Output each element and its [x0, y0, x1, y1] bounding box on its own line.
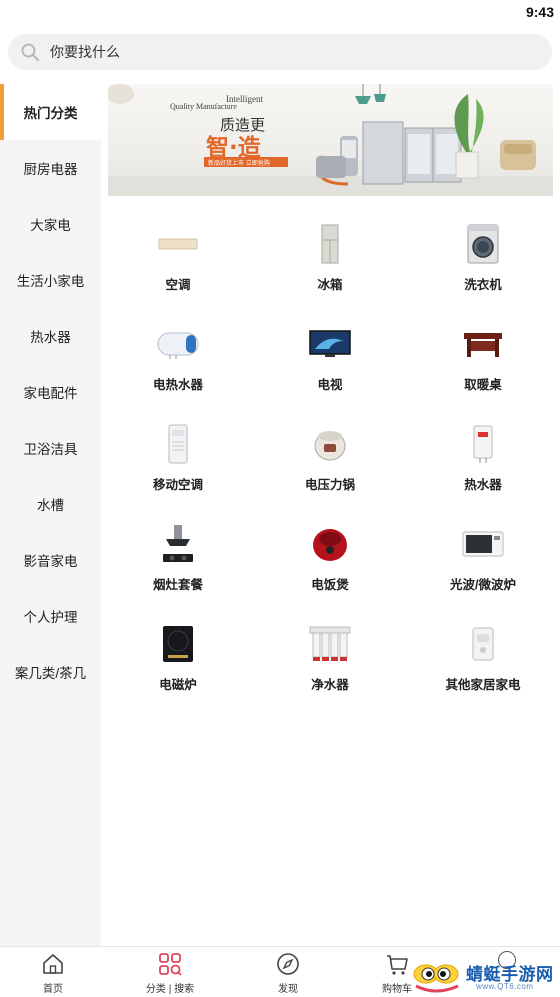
cart-icon: [387, 955, 408, 975]
search-icon: [21, 43, 39, 61]
category-label: 空调: [165, 278, 191, 292]
category-icon: [159, 953, 182, 976]
status-time: 9:43: [525, 4, 554, 20]
banner-headline2: 智·造: [206, 135, 261, 161]
home-icon: [43, 954, 63, 974]
category-label: 净水器: [311, 678, 349, 692]
washing-machine-icon: [467, 224, 499, 264]
category-label: 电视: [317, 378, 343, 392]
category-other-appliance[interactable]: 其他家居家电: [413, 606, 553, 702]
water-purifier-icon: [309, 626, 351, 661]
sidebar-item-hot[interactable]: 热门分类: [0, 84, 101, 140]
electric-water-heater-icon: [157, 332, 199, 359]
sidebar-item-label: 大家电: [30, 218, 71, 233]
sidebar-item-label: 个人护理: [23, 610, 78, 625]
water-heater-icon: [473, 425, 493, 463]
watermark: 蜻蜓手游网 www.QT6.com: [412, 956, 556, 996]
tab-label: 首页: [43, 984, 63, 995]
sidebar-item-label: 水槽: [37, 498, 64, 513]
refrigerator-icon: [321, 224, 339, 264]
category-electric-water-heater[interactable]: 电热水器: [108, 306, 248, 402]
sidebar-item-bathroom[interactable]: 卫浴洁具: [0, 420, 101, 476]
category-label: 其他家居家电: [445, 678, 521, 692]
status-bar: 9:43: [0, 0, 560, 26]
sidebar-item-audio-video[interactable]: 影音家电: [0, 532, 101, 588]
category-label: 移动空调: [152, 478, 203, 492]
category-label: 冰箱: [317, 278, 343, 292]
portable-ac-icon: [168, 424, 188, 464]
induction-cooker-icon: [163, 626, 193, 662]
heating-table-icon: [464, 333, 502, 357]
category-air-conditioner[interactable]: 空调: [108, 206, 248, 302]
other-appliance-icon: [472, 627, 494, 661]
banner-art: [108, 84, 553, 196]
sidebar-item-large-appliances[interactable]: 大家电: [0, 196, 101, 252]
category-label: 洗衣机: [464, 278, 502, 292]
search-placeholder: 你要找什么: [50, 44, 120, 60]
category-sidebar: 热门分类 厨房电器 大家电 生活小家电 热水器 家电配件 卫浴洁具 水槽 影音家…: [0, 84, 101, 946]
category-heating-table[interactable]: 取暖桌: [413, 306, 553, 402]
banner-line2: Quality Manufacture: [170, 102, 237, 111]
pressure-cooker-icon: [314, 431, 346, 461]
category-washing-machine[interactable]: 洗衣机: [413, 206, 553, 302]
banner-tagline: 新品好货上市 立即抢购: [208, 160, 270, 167]
sidebar-item-accessories[interactable]: 家电配件: [0, 364, 101, 420]
sidebar-item-kitchen[interactable]: 厨房电器: [0, 140, 101, 196]
category-label: 电磁炉: [159, 678, 197, 692]
promo-banner[interactable]: Intelligent Quality Manufacture 质造更 智·造 …: [108, 84, 553, 196]
category-label: 取暖桌: [464, 378, 502, 392]
watermark-url: www.QT6.com: [476, 982, 534, 991]
tab-label: 购物车: [382, 984, 412, 995]
category-microwave[interactable]: 光波/微波炉: [413, 506, 553, 602]
category-water-heater[interactable]: 热水器: [413, 406, 553, 502]
category-label: 电压力锅: [304, 478, 355, 492]
sidebar-item-label: 生活小家电: [16, 274, 85, 289]
air-conditioner-icon: [158, 238, 198, 250]
sidebar-item-label: 家电配件: [23, 386, 78, 401]
microwave-icon: [462, 531, 504, 557]
sidebar-item-label: 案几类/茶几: [14, 666, 87, 681]
tab-label: 分类 | 搜索: [145, 984, 195, 995]
category-tv[interactable]: 电视: [260, 306, 400, 402]
search-bar[interactable]: 你要找什么: [8, 34, 552, 70]
category-portable-ac[interactable]: 移动空调: [108, 406, 248, 502]
sidebar-item-tables[interactable]: 案几类/茶几: [0, 644, 101, 700]
sidebar-item-label: 卫浴洁具: [23, 442, 78, 457]
category-label: 电热水器: [152, 378, 203, 392]
dragonfly-logo-icon: [413, 964, 459, 993]
tab-discover[interactable]: 发现: [243, 951, 333, 995]
sidebar-item-label: 热门分类: [23, 106, 78, 121]
sidebar-item-label: 热水器: [30, 330, 71, 345]
tab-category-search[interactable]: 分类 | 搜索: [125, 951, 215, 995]
compass-icon: [277, 953, 299, 975]
sidebar-item-label: 影音家电: [23, 554, 78, 569]
sidebar-item-sink[interactable]: 水槽: [0, 476, 101, 532]
category-label: 光波/微波炉: [450, 578, 516, 592]
sidebar-item-personal-care[interactable]: 个人护理: [0, 588, 101, 644]
tv-icon: [309, 330, 351, 357]
category-rice-cooker[interactable]: 电饭煲: [260, 506, 400, 602]
category-pressure-cooker[interactable]: 电压力锅: [260, 406, 400, 502]
category-label: 热水器: [464, 478, 502, 492]
category-range-hood-set[interactable]: 烟灶套餐: [108, 506, 248, 602]
category-refrigerator[interactable]: 冰箱: [260, 206, 400, 302]
range-hood-set-icon: [163, 525, 193, 562]
tab-label: 发现: [278, 984, 298, 995]
rice-cooker-icon: [313, 529, 347, 561]
category-label: 烟灶套餐: [152, 578, 203, 592]
category-water-purifier[interactable]: 净水器: [260, 606, 400, 702]
sidebar-item-label: 厨房电器: [23, 162, 78, 177]
sidebar-item-water-heater[interactable]: 热水器: [0, 308, 101, 364]
category-induction-cooker[interactable]: 电磁炉: [108, 606, 248, 702]
sidebar-item-small-appliances[interactable]: 生活小家电: [0, 252, 101, 308]
category-label: 电饭煲: [311, 578, 349, 592]
tab-home[interactable]: 首页: [8, 951, 98, 995]
